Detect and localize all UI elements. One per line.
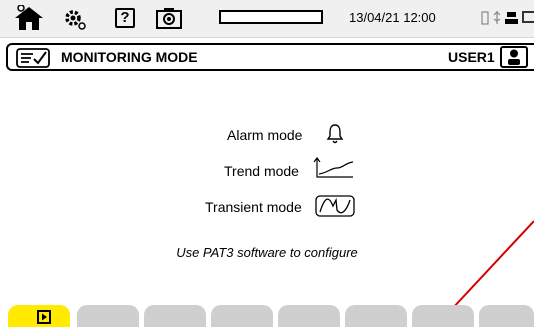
tab-5[interactable] — [278, 305, 340, 327]
tab-8[interactable] — [479, 305, 534, 327]
tab-play[interactable] — [8, 305, 70, 327]
annotation-pointer-line — [450, 220, 534, 311]
tab-6[interactable] — [345, 305, 407, 327]
tab-bar — [0, 305, 534, 327]
tab-7[interactable] — [412, 305, 474, 327]
tab-3[interactable] — [144, 305, 206, 327]
play-icon — [37, 310, 51, 324]
tab-2[interactable] — [77, 305, 139, 327]
tab-4[interactable] — [211, 305, 273, 327]
